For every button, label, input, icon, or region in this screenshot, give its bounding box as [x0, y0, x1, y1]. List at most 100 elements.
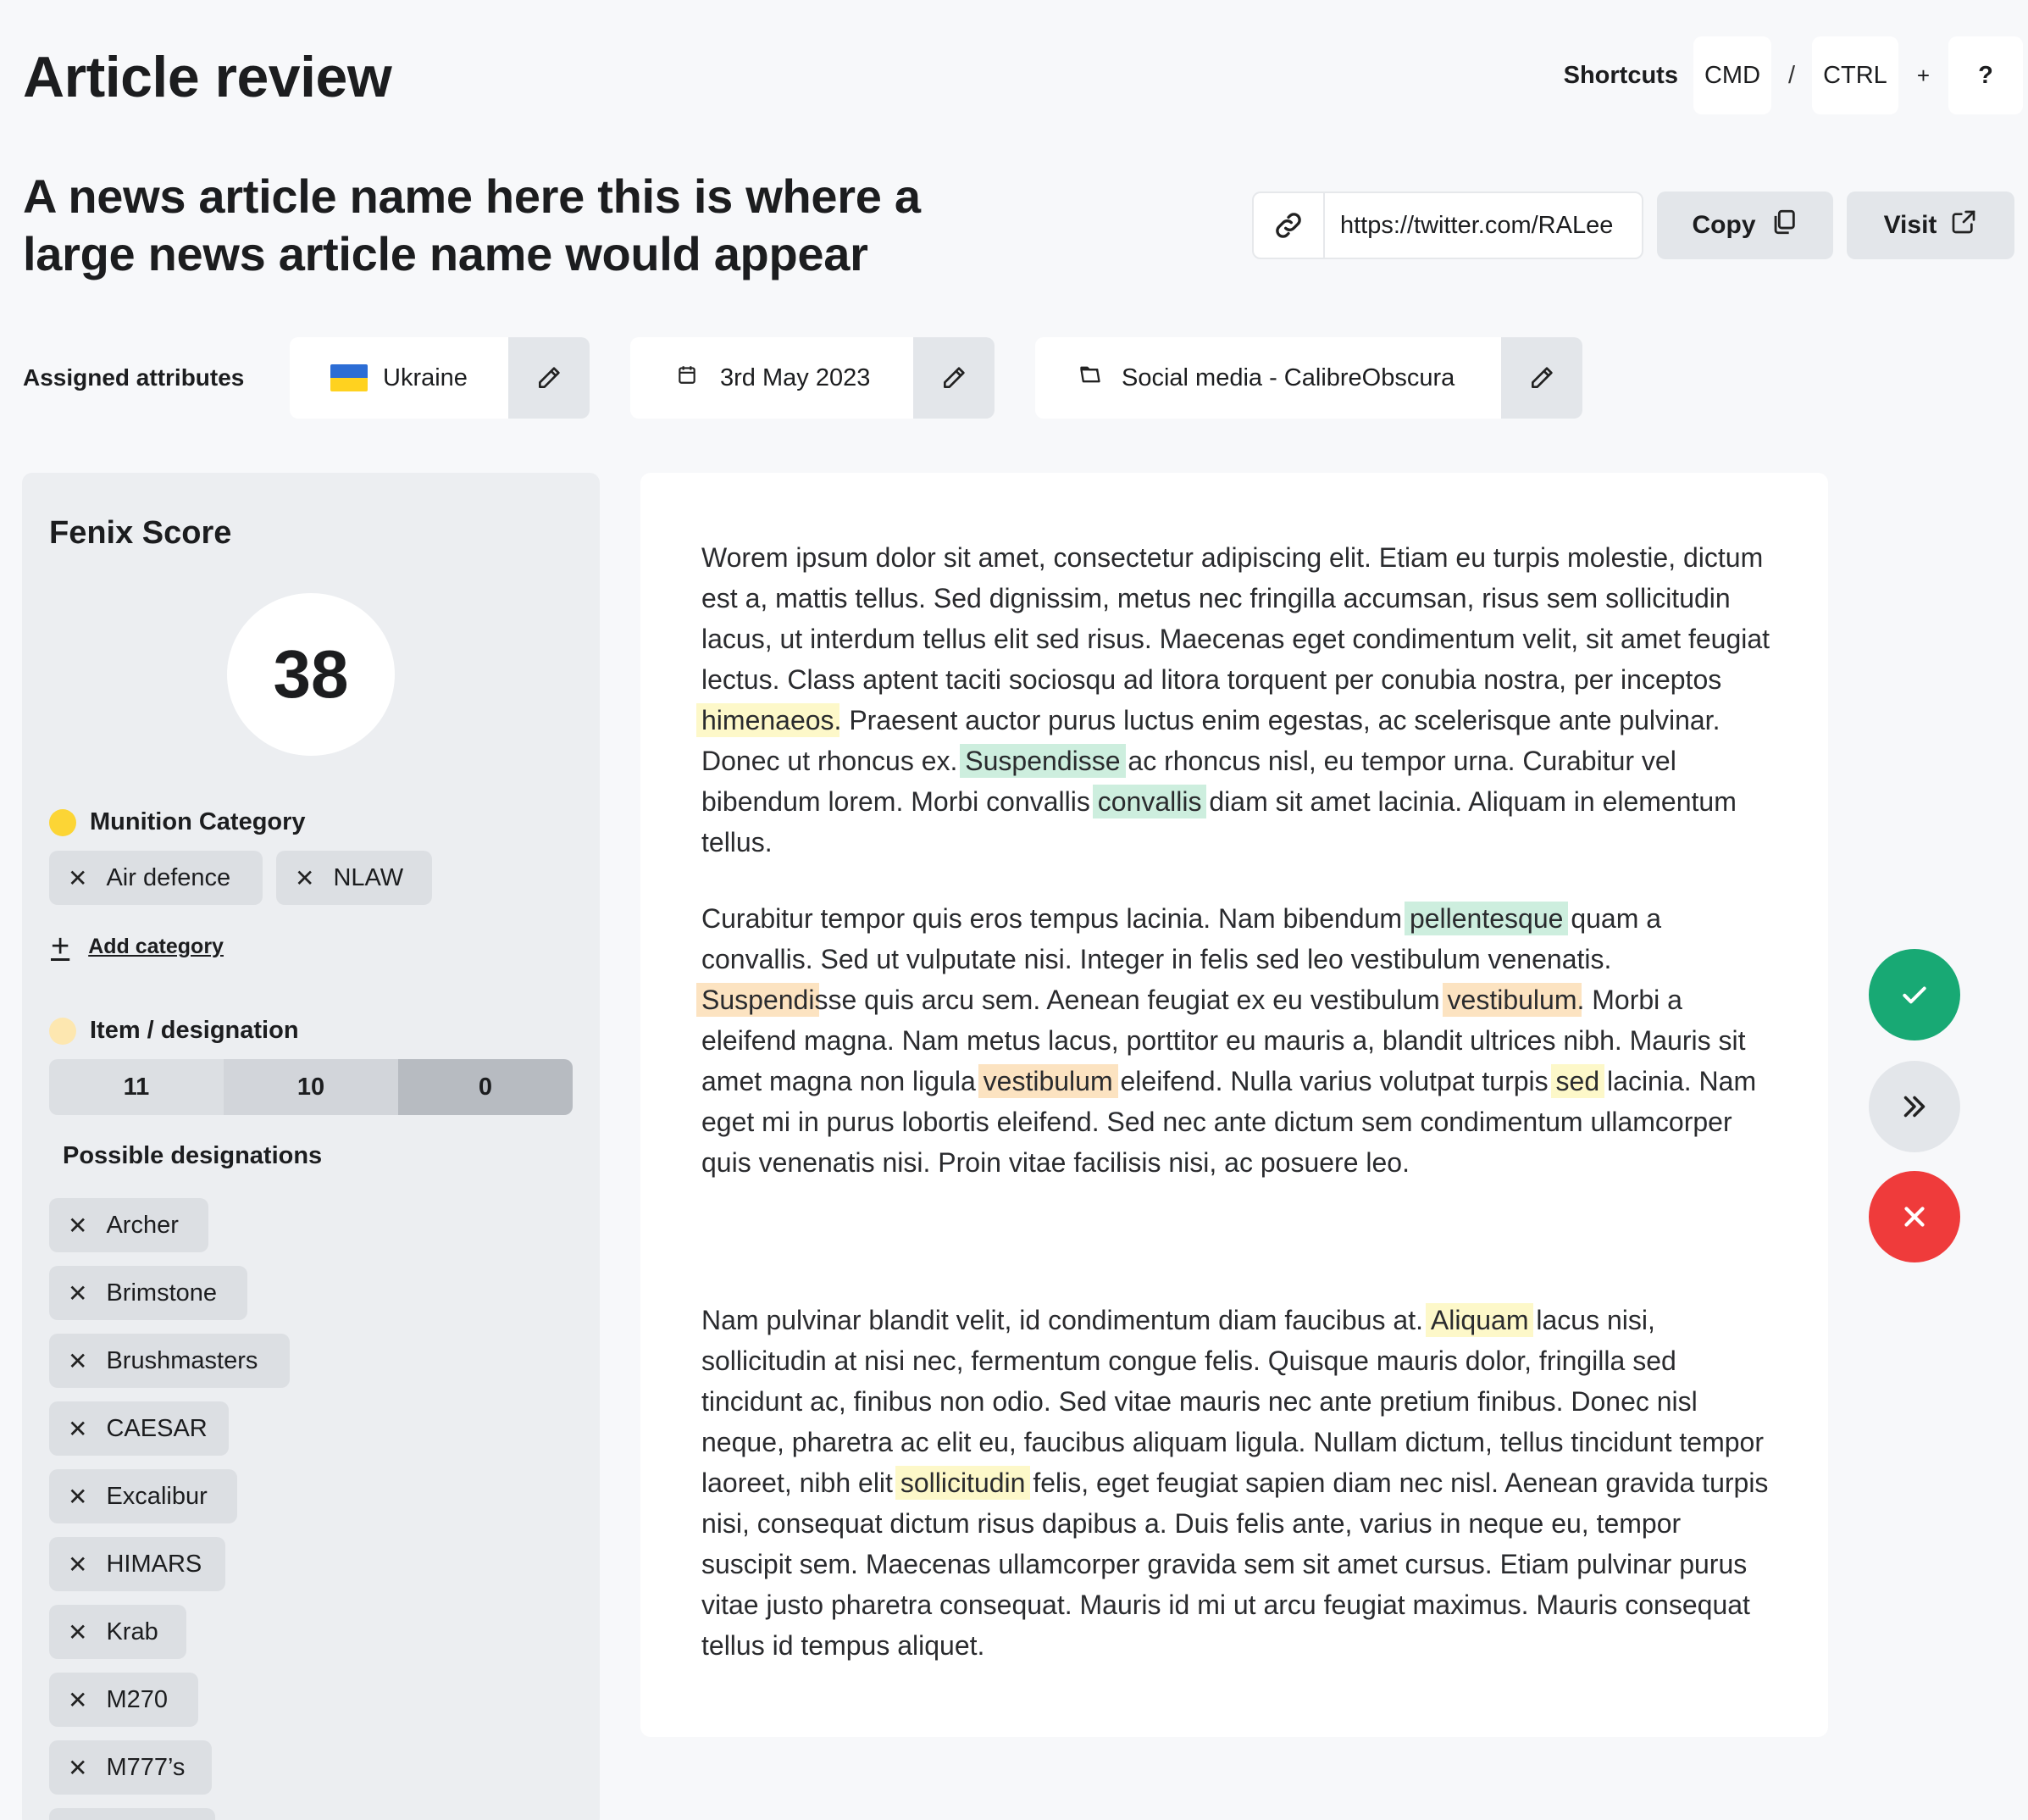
paragraph-text: eleifend. Nulla varius volutpat turpis: [1112, 1066, 1556, 1096]
external-link-icon: [1950, 208, 1977, 242]
segment-option[interactable]: 10: [224, 1059, 398, 1115]
edit-source-button[interactable]: [1501, 337, 1582, 419]
article-title: A news article name here this is where a…: [23, 169, 921, 280]
check-icon: [1903, 986, 1926, 1004]
copy-icon: [1770, 208, 1798, 243]
remove-chip-icon[interactable]: ✕: [68, 1551, 87, 1579]
reject-button[interactable]: [1869, 1171, 1960, 1262]
item-status-dot: [49, 1017, 76, 1045]
highlighted-term[interactable]: Suspendisse: [960, 744, 1126, 778]
designation-chip[interactable]: ✕ Krab: [49, 1605, 186, 1659]
url-text[interactable]: https://twitter.com/RALee: [1325, 193, 1642, 258]
munition-chip-label: NLAW: [333, 863, 404, 891]
highlighted-term[interactable]: sollicitudin: [895, 1466, 1031, 1500]
designation-label: Krab: [106, 1617, 158, 1645]
designation-chip[interactable]: ✕ Brushmasters: [49, 1334, 290, 1388]
paragraph-text: Curabitur tempor quis eros tempus lacini…: [701, 903, 1410, 934]
designation-chip[interactable]: ✕ CAESAR: [49, 1401, 229, 1456]
source-value: Social media - CalibreObscura: [1122, 363, 1455, 391]
shortcuts-label: Shortcuts: [1563, 61, 1678, 89]
designation-chip-partial[interactable]: [49, 1808, 215, 1820]
designation-label: CAESAR: [106, 1414, 208, 1442]
double-chevron-right-icon: [1903, 1096, 1925, 1118]
designation-chip[interactable]: ✕ M777’s: [49, 1740, 212, 1795]
munition-category-title: Munition Category: [49, 808, 306, 836]
item-designation-label: Item / designation: [90, 1017, 299, 1044]
shortcut-separator: /: [1788, 61, 1796, 89]
possible-designations-title: Possible designations: [63, 1142, 323, 1169]
highlighted-term[interactable]: himenaeos: [696, 703, 839, 737]
folder-icon: [1078, 363, 1103, 393]
attribute-date: 3rd May 2023: [630, 337, 995, 419]
designation-chip[interactable]: ✕ Archer: [49, 1198, 208, 1252]
shortcuts-bar: Shortcuts CMD / CTRL + ?: [1564, 36, 2023, 115]
edit-date-button[interactable]: [913, 337, 995, 419]
help-shortcut-button[interactable]: ?: [1948, 36, 2023, 114]
remove-chip-icon[interactable]: ✕: [68, 1347, 87, 1375]
pencil-icon: [539, 367, 560, 388]
add-category-label: Add category: [88, 935, 224, 958]
segment-option[interactable]: 0: [398, 1059, 573, 1115]
remove-chip-icon[interactable]: ✕: [295, 864, 314, 892]
ukraine-flag-icon: [330, 364, 368, 391]
paragraph-text: Nam pulvinar blandit velit, id condiment…: [701, 1305, 1431, 1335]
designation-chip[interactable]: ✕ M270: [49, 1673, 198, 1727]
munition-chip[interactable]: ✕ Air defence: [49, 851, 263, 905]
munition-status-dot: [49, 808, 76, 836]
ctrl-key: CTRL: [1812, 36, 1898, 114]
highlighted-term[interactable]: Aliquam: [1425, 1303, 1534, 1337]
highlighted-term[interactable]: vestibulum: [978, 1064, 1118, 1098]
segment-option[interactable]: 11: [49, 1059, 224, 1115]
edit-country-button[interactable]: [508, 337, 590, 419]
remove-chip-icon[interactable]: ✕: [68, 1212, 87, 1240]
remove-chip-icon[interactable]: ✕: [68, 1686, 87, 1714]
remove-chip-icon[interactable]: ✕: [68, 1618, 87, 1646]
calendar-icon: [676, 363, 698, 392]
fenix-score-value: 38: [227, 593, 395, 756]
pencil-icon: [1532, 367, 1553, 388]
remove-chip-icon[interactable]: ✕: [68, 1415, 87, 1443]
designation-chip[interactable]: ✕ HIMARS: [49, 1537, 225, 1591]
highlighted-term[interactable]: pellentesque: [1404, 902, 1569, 935]
designation-label: Excalibur: [106, 1482, 208, 1510]
munition-chip[interactable]: ✕ NLAW: [276, 851, 432, 905]
designation-count-selector: 11 10 0: [49, 1059, 573, 1115]
close-icon: [1904, 1207, 1925, 1227]
highlighted-term[interactable]: Suspendi: [696, 983, 820, 1017]
assigned-attributes-label: Assigned attributes: [23, 364, 245, 391]
designation-label: M270: [106, 1685, 169, 1713]
copy-button[interactable]: Copy: [1657, 191, 1833, 259]
article-url-bar: https://twitter.com/RALee Copy Visit: [1252, 191, 2014, 259]
article-body-panel: Worem ipsum dolor sit amet, consectetur …: [640, 473, 1828, 1737]
copy-label: Copy: [1692, 211, 1756, 239]
fenix-score-title: Fenix Score: [49, 515, 232, 551]
munition-chip-label: Air defence: [106, 863, 231, 891]
highlighted-term[interactable]: vestibulum: [1442, 983, 1582, 1017]
designation-chip[interactable]: ✕ Brimstone: [49, 1266, 247, 1320]
plus-icon: +: [51, 929, 70, 964]
visit-button[interactable]: Visit: [1847, 191, 2014, 259]
approve-button[interactable]: [1869, 949, 1960, 1040]
remove-chip-icon[interactable]: ✕: [68, 1754, 87, 1782]
paragraph-text: Worem ipsum dolor sit amet, consectetur …: [701, 542, 1770, 695]
page-title: Article review: [23, 45, 392, 109]
remove-chip-icon[interactable]: ✕: [68, 1279, 87, 1307]
url-field[interactable]: https://twitter.com/RALee: [1252, 191, 1643, 259]
date-value: 3rd May 2023: [720, 363, 871, 391]
country-value: Ukraine: [383, 363, 468, 391]
item-designation-title: Item / designation: [49, 1017, 299, 1045]
paragraph-text: sse quis arcu sem. Aenean feugiat ex eu …: [814, 985, 1448, 1015]
cmd-key: CMD: [1693, 36, 1772, 114]
designation-label: HIMARS: [106, 1550, 202, 1578]
pencil-icon: [944, 367, 965, 388]
link-icon: [1254, 193, 1325, 258]
highlighted-term[interactable]: convallis: [1092, 785, 1207, 818]
designation-label: M777’s: [106, 1753, 186, 1781]
remove-chip-icon[interactable]: ✕: [68, 1483, 87, 1511]
remove-chip-icon[interactable]: ✕: [68, 864, 87, 892]
shortcut-plus: +: [1916, 62, 1930, 88]
designation-chip[interactable]: ✕ Excalibur: [49, 1469, 237, 1523]
skip-button[interactable]: [1869, 1061, 1960, 1152]
highlighted-term[interactable]: sed: [1550, 1064, 1605, 1098]
add-category-link[interactable]: + Add category: [51, 929, 224, 965]
